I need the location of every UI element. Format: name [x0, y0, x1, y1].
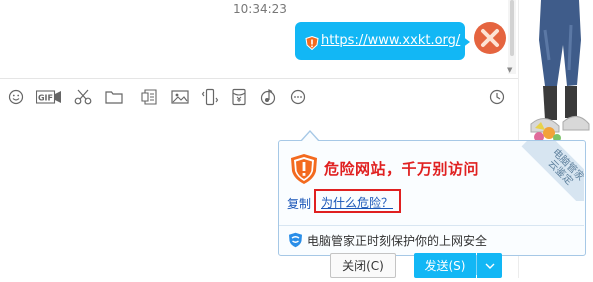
folder-icon: [105, 91, 123, 104]
message-bubble-tail: [462, 36, 470, 48]
smiley-icon: [8, 89, 24, 105]
gif-button[interactable]: GIF: [36, 87, 62, 107]
red-packet-button[interactable]: [229, 87, 249, 107]
cloud-verify-ribbon: 电脑管家 云鉴定: [510, 141, 584, 201]
emoji-button[interactable]: [6, 87, 26, 107]
document-icon: [141, 89, 157, 105]
screenshot-button[interactable]: [73, 87, 93, 107]
send-options-button[interactable]: [477, 253, 502, 278]
document-button[interactable]: [139, 87, 159, 107]
message-link[interactable]: https://www.xxkt.org/: [321, 33, 460, 48]
popup-notch-inner: [301, 132, 319, 142]
scissors-icon: [74, 89, 92, 105]
history-button[interactable]: [487, 87, 507, 107]
send-image-button[interactable]: [170, 87, 190, 107]
why-dangerous-link[interactable]: 为什么危险？: [321, 194, 393, 211]
more-icon: [290, 89, 306, 105]
popup-separator: [279, 225, 584, 226]
music-icon: [260, 89, 276, 106]
chat-scrollbar-thumb[interactable]: [510, 0, 514, 56]
red-packet-icon: [232, 88, 246, 106]
close-button[interactable]: 关闭(C): [330, 253, 396, 278]
shake-button[interactable]: [200, 87, 220, 107]
gif-label: GIF: [38, 94, 53, 103]
gif-icon: GIF: [36, 90, 61, 104]
history-clock-icon: [489, 89, 505, 105]
danger-shield-icon: [291, 154, 317, 184]
popup-footer-text: 电脑管家正时刻保护你的上网安全: [307, 234, 488, 248]
avatar[interactable]: [473, 21, 507, 55]
danger-title: 危险网站，千万别访问: [324, 160, 480, 178]
music-button[interactable]: [258, 87, 278, 107]
warning-icon: [305, 36, 319, 50]
ribbon-band: 电脑管家 云鉴定: [521, 141, 584, 201]
copy-link[interactable]: 复制: [287, 195, 311, 212]
guard-shield-icon: [289, 232, 302, 248]
ribbon-text: 电脑管家 云鉴定: [545, 147, 584, 188]
image-icon: [171, 90, 189, 104]
send-file-button[interactable]: [104, 87, 124, 107]
shake-icon: [201, 88, 219, 106]
input-divider: [0, 78, 518, 79]
chevron-down-icon: [485, 263, 494, 269]
send-button[interactable]: 发送(S): [414, 253, 476, 278]
scroll-down-arrow-icon[interactable]: ▼: [507, 66, 512, 74]
more-button[interactable]: [288, 87, 308, 107]
message-timestamp: 10:34:23: [233, 2, 287, 16]
